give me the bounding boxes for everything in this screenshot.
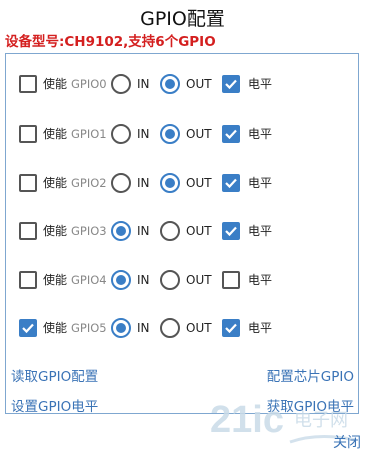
enable-label: 使能 [43, 77, 68, 91]
level-label: 电平 [248, 321, 273, 335]
out-label: OUT [186, 321, 212, 335]
in-label: IN [137, 273, 150, 287]
read-gpio-config-button[interactable]: 读取GPIO配置 [11, 365, 98, 385]
level-label: 电平 [248, 176, 273, 190]
direction-in-radio[interactable] [111, 124, 131, 144]
direction-out-radio[interactable] [160, 74, 180, 94]
in-label: IN [137, 224, 150, 238]
level-checkbox[interactable] [222, 319, 240, 337]
direction-out-radio[interactable] [160, 173, 180, 193]
out-label: OUT [186, 224, 212, 238]
enable-checkbox[interactable] [19, 174, 37, 192]
gpio-name: GPIO3 [71, 224, 107, 238]
direction-in-radio[interactable] [111, 270, 131, 290]
direction-in-radio[interactable] [111, 318, 131, 338]
dialog-title: GPIO配置 [140, 8, 225, 30]
level-checkbox[interactable] [222, 174, 240, 192]
out-label: OUT [186, 176, 212, 190]
in-label: IN [137, 176, 150, 190]
enable-label: 使能 [43, 176, 68, 190]
level-label: 电平 [248, 224, 273, 238]
watermark-logo: 21ic [210, 399, 284, 441]
gpio-row: 使能 GPIO0 IN OUT 电平 [6, 71, 358, 97]
device-info: 设备型号:CH9102,支持6个GPIO [5, 34, 216, 50]
enable-label: 使能 [43, 224, 68, 238]
gpio-row: 使能 GPIO3 IN OUT 电平 [6, 218, 358, 244]
enable-label: 使能 [43, 273, 68, 287]
gpio-name: GPIO5 [71, 321, 107, 335]
gpio-name: GPIO1 [71, 127, 107, 141]
set-gpio-level-button[interactable]: 设置GPIO电平 [11, 395, 98, 415]
direction-in-radio[interactable] [111, 221, 131, 241]
level-label: 电平 [248, 77, 273, 91]
gpio-row: 使能 GPIO4 IN OUT 电平 [6, 267, 358, 293]
out-label: OUT [186, 77, 212, 91]
watermark-text: 电子网 [294, 410, 348, 431]
direction-in-radio[interactable] [111, 173, 131, 193]
out-label: OUT [186, 273, 212, 287]
level-checkbox[interactable] [222, 75, 240, 93]
out-label: OUT [186, 127, 212, 141]
in-label: IN [137, 321, 150, 335]
enable-checkbox[interactable] [19, 125, 37, 143]
level-label: 电平 [248, 127, 273, 141]
configure-chip-gpio-button[interactable]: 配置芯片GPIO [267, 365, 354, 385]
enable-checkbox[interactable] [19, 222, 37, 240]
direction-out-radio[interactable] [160, 270, 180, 290]
gpio-name: GPIO0 [71, 77, 107, 91]
level-label: 电平 [248, 273, 273, 287]
enable-checkbox[interactable] [19, 271, 37, 289]
direction-out-radio[interactable] [160, 318, 180, 338]
enable-label: 使能 [43, 321, 68, 335]
enable-checkbox[interactable] [19, 319, 37, 337]
level-checkbox[interactable] [222, 271, 240, 289]
enable-label: 使能 [43, 127, 68, 141]
direction-out-radio[interactable] [160, 221, 180, 241]
direction-in-radio[interactable] [111, 74, 131, 94]
direction-out-radio[interactable] [160, 124, 180, 144]
enable-checkbox[interactable] [19, 75, 37, 93]
gpio-name: GPIO2 [71, 176, 107, 190]
gpio-row: 使能 GPIO5 IN OUT 电平 [6, 315, 358, 341]
close-button[interactable]: 关闭 [333, 432, 361, 452]
in-label: IN [137, 77, 150, 91]
gpio-name: GPIO4 [71, 273, 107, 287]
level-checkbox[interactable] [222, 125, 240, 143]
in-label: IN [137, 127, 150, 141]
gpio-panel: 使能 GPIO0 IN OUT 电平 使能 GPIO1 IN OUT 电平 使能 GPIO2 IN OUT… [5, 53, 359, 415]
gpio-row: 使能 GPIO2 IN OUT 电平 [6, 170, 358, 196]
gpio-row: 使能 GPIO1 IN OUT 电平 [6, 121, 358, 147]
level-checkbox[interactable] [222, 222, 240, 240]
